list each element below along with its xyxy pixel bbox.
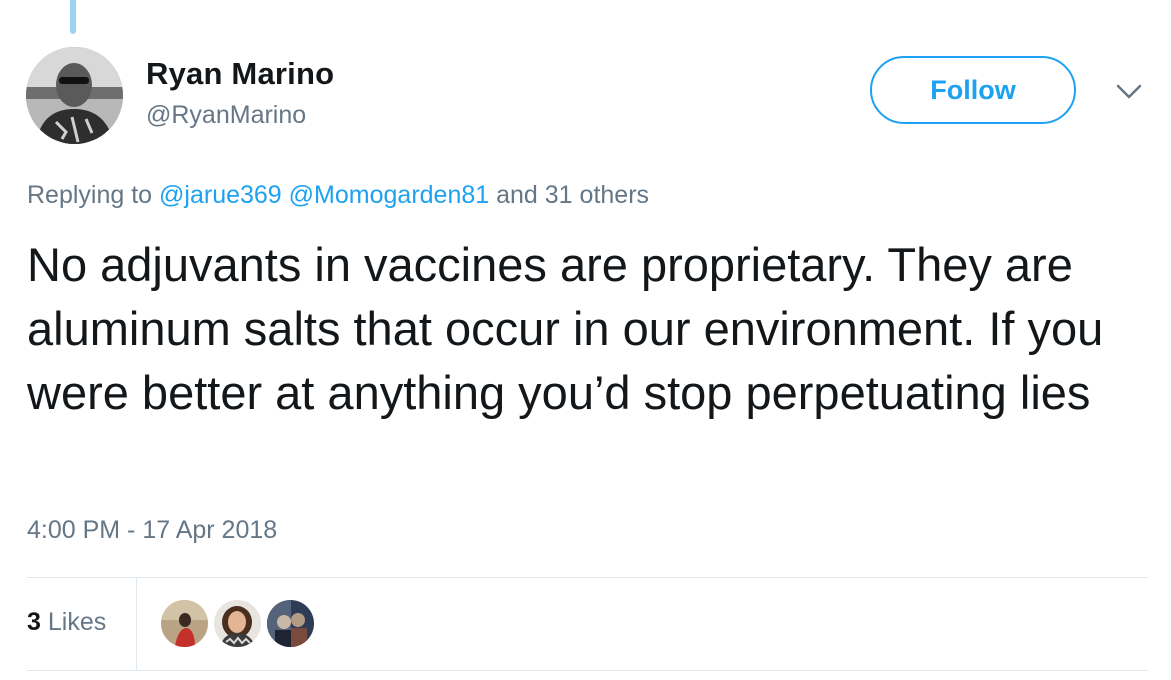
tweet-stats: 3 Likes: [27, 578, 1148, 670]
liker-avatar[interactable]: [214, 600, 261, 647]
mention-link[interactable]: @Momogarden81: [289, 181, 490, 209]
chevron-down-icon[interactable]: [1114, 82, 1144, 102]
mention-link[interactable]: @jarue369: [159, 181, 282, 209]
divider: [27, 670, 1148, 671]
thread-connector-line: [70, 0, 76, 34]
follow-button[interactable]: Follow: [870, 56, 1076, 124]
liker-avatar[interactable]: [161, 600, 208, 647]
author-handle[interactable]: @RyanMarino: [146, 101, 306, 130]
liker-avatar[interactable]: [267, 600, 314, 647]
likes-label: Likes: [47, 608, 107, 636]
author-display-name[interactable]: Ryan Marino: [146, 56, 334, 92]
likes-count: 3: [27, 608, 41, 636]
reply-context: Replying to @jarue369 @Momogarden81 and …: [27, 181, 649, 210]
reply-prefix: Replying to: [27, 181, 153, 209]
tweet-timestamp[interactable]: 4:00 PM - 17 Apr 2018: [27, 516, 277, 545]
tweet-text: No adjuvants in vaccines are proprietary…: [27, 238, 1104, 419]
likes-stat[interactable]: 3 Likes: [27, 608, 106, 637]
divider: [136, 578, 137, 670]
reply-others[interactable]: and 31 others: [496, 181, 649, 209]
author-avatar[interactable]: [26, 47, 123, 144]
avatar-photo: [26, 47, 123, 144]
liker-avatars: [161, 600, 314, 647]
